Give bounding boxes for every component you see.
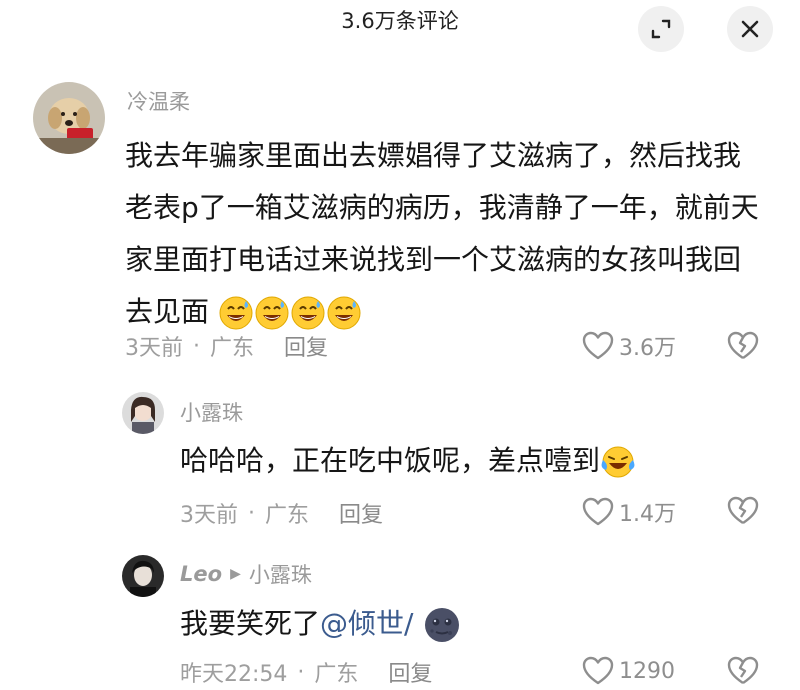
avatar[interactable]: [122, 392, 164, 434]
expand-button[interactable]: [638, 6, 684, 52]
like-count: 3.6万: [619, 336, 676, 361]
avatar[interactable]: [122, 555, 164, 597]
like-count: 1290: [619, 658, 675, 684]
close-button[interactable]: [727, 6, 773, 52]
grinning-sweat-emoji-group: [218, 295, 362, 330]
like-button[interactable]: 1290: [582, 656, 675, 686]
crying-laughing-emoji: [601, 446, 635, 478]
avatar[interactable]: [33, 82, 105, 154]
mention-link[interactable]: @倾世/: [320, 607, 413, 640]
heart-icon: [582, 656, 614, 685]
reply-time: 3天前: [180, 503, 238, 528]
reply-text: 我要笑死了@倾世/: [180, 603, 462, 645]
grinning-sweat-emoji: [255, 296, 289, 330]
comment-meta: 3天前 · 广东 回复: [125, 330, 328, 362]
reply-text-body: 我要笑死了: [180, 607, 321, 640]
reply-text-body: 哈哈哈，正在吃中饭呢，差点噎到: [180, 444, 601, 477]
broken-heart-icon: [727, 331, 759, 359]
grinning-sweat-emoji: [219, 296, 253, 330]
like-count: 1.4万: [619, 502, 676, 527]
close-icon: [741, 20, 759, 38]
heart-icon: [582, 497, 614, 526]
reply-username[interactable]: 小露珠: [180, 397, 243, 427]
comment-location: 广东: [210, 336, 255, 361]
grinning-sweat-emoji: [291, 296, 325, 330]
reply-time: 昨天22:54: [180, 662, 288, 687]
dislike-button[interactable]: [726, 331, 760, 365]
meta-separator: ·: [297, 659, 305, 685]
comment-username[interactable]: 冷温柔: [127, 86, 190, 116]
reply-location: 广东: [314, 662, 359, 687]
reply-username[interactable]: Leo: [180, 562, 222, 586]
comment-time: 3天前: [125, 336, 183, 361]
reply-meta: 昨天22:54 · 广东 回复: [180, 656, 432, 688]
reply-location: 广东: [265, 503, 310, 528]
like-button[interactable]: 3.6万: [582, 330, 676, 362]
meta-separator: ·: [193, 333, 200, 359]
broken-heart-icon: [727, 496, 759, 524]
dislike-button[interactable]: [726, 656, 760, 690]
broken-heart-icon: [727, 656, 759, 684]
dislike-button[interactable]: [726, 496, 760, 530]
grinning-sweat-emoji: [327, 296, 361, 330]
like-button[interactable]: 1.4万: [582, 496, 676, 528]
reply-button[interactable]: 回复: [284, 330, 328, 362]
comments-header: 3.6万条评论: [0, 0, 800, 60]
reply-button[interactable]: 回复: [388, 656, 432, 688]
reply-meta: 3天前 · 广东 回复: [180, 497, 383, 529]
meta-separator: ·: [248, 500, 255, 526]
expand-icon: [651, 19, 671, 39]
heart-icon: [582, 331, 614, 360]
reply-username-row: Leo ▶ 小露珠: [180, 559, 312, 589]
reply-button[interactable]: 回复: [339, 497, 383, 529]
reply-text: 哈哈哈，正在吃中饭呢，差点噎到: [180, 441, 636, 481]
dark-moon-face-emoji: [425, 608, 460, 642]
reply-to-arrow-icon: ▶: [230, 566, 241, 582]
reply-to-username[interactable]: 小露珠: [249, 559, 312, 589]
comment-text: 我去年骗家里面出去嫖娼得了艾滋病了，然后找我老表p了一箱艾滋病的病历，我清静了一…: [125, 130, 765, 338]
